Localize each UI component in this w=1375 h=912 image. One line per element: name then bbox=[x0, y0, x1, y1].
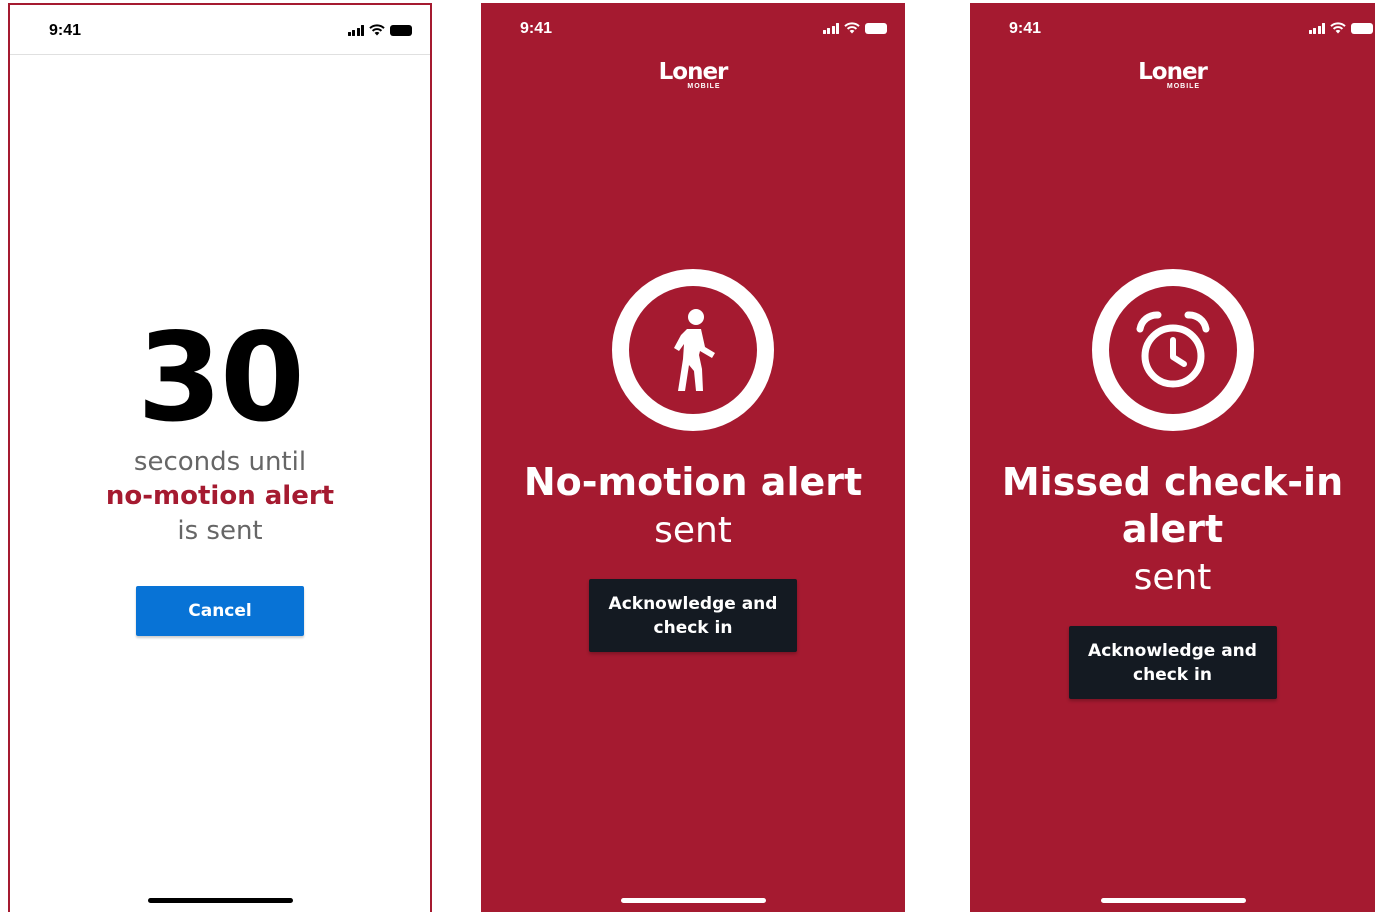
cellular-signal-icon bbox=[347, 24, 364, 36]
logo-subtitle: MOBILE bbox=[1166, 83, 1201, 90]
home-indicator[interactable] bbox=[148, 898, 293, 903]
button-label-line2: check in bbox=[1133, 665, 1212, 685]
wifi-icon bbox=[844, 22, 860, 34]
button-label-line1: Acknowledge and bbox=[1088, 641, 1257, 661]
alert-status: sent bbox=[654, 510, 732, 551]
alert-status: sent bbox=[1133, 557, 1212, 598]
acknowledge-check-in-button[interactable]: Acknowledge and check in bbox=[589, 579, 797, 652]
no-motion-alert-screen: 9:41 Loner MOBILE No-motion alert sent A… bbox=[481, 3, 905, 912]
alert-icon-ring bbox=[1091, 269, 1254, 431]
countdown-label-line3: is sent bbox=[177, 516, 263, 546]
missed-check-in-alert-screen: 9:41 Loner MOBILE Missed check-in alert … bbox=[970, 3, 1375, 912]
button-label-line2: check in bbox=[653, 618, 733, 638]
cellular-signal-icon bbox=[1308, 22, 1325, 34]
battery-icon bbox=[390, 24, 412, 36]
countdown-number: 30 bbox=[137, 307, 305, 449]
alert-icon-ring bbox=[612, 269, 774, 431]
acknowledge-check-in-button[interactable]: Acknowledge and check in bbox=[1068, 626, 1277, 699]
cellular-signal-icon bbox=[822, 22, 839, 34]
wifi-icon bbox=[1330, 22, 1346, 34]
logo-wordmark: Loner bbox=[1138, 59, 1208, 85]
battery-icon bbox=[865, 22, 887, 34]
system-icons bbox=[822, 22, 887, 34]
cancel-button[interactable]: Cancel bbox=[136, 586, 304, 636]
home-indicator[interactable] bbox=[621, 898, 766, 903]
status-time: 9:41 bbox=[49, 22, 82, 39]
home-indicator[interactable] bbox=[1100, 898, 1246, 903]
logo-wordmark: Loner bbox=[658, 59, 729, 85]
status-time: 9:41 bbox=[1009, 20, 1042, 37]
alarm-clock-icon bbox=[1136, 311, 1209, 388]
countdown-label-line1: seconds until bbox=[133, 447, 307, 477]
wifi-icon bbox=[369, 24, 385, 36]
walking-person-icon bbox=[674, 309, 715, 391]
system-icons bbox=[1308, 22, 1373, 34]
countdown-screen: 9:41 30 seconds until no-motion alert is… bbox=[8, 3, 432, 912]
system-icons bbox=[347, 24, 412, 36]
alert-title: Missed check-in alert bbox=[970, 459, 1375, 553]
status-bar: 9:41 bbox=[481, 3, 905, 53]
countdown-alert-type: no-motion alert bbox=[105, 481, 335, 511]
button-label-line1: Acknowledge and bbox=[608, 594, 778, 614]
status-bar: 9:41 bbox=[10, 5, 430, 55]
status-time: 9:41 bbox=[520, 20, 553, 37]
logo-subtitle: MOBILE bbox=[687, 83, 721, 90]
loner-logo: Loner MOBILE bbox=[970, 59, 1375, 91]
alert-title: No-motion alert bbox=[523, 460, 863, 504]
status-bar: 9:41 bbox=[970, 3, 1375, 53]
alert-title-line1: Missed check-in bbox=[1001, 460, 1344, 504]
loner-logo: Loner MOBILE bbox=[481, 59, 905, 91]
alert-title-line2: alert bbox=[1121, 507, 1224, 551]
battery-icon bbox=[1351, 22, 1373, 34]
